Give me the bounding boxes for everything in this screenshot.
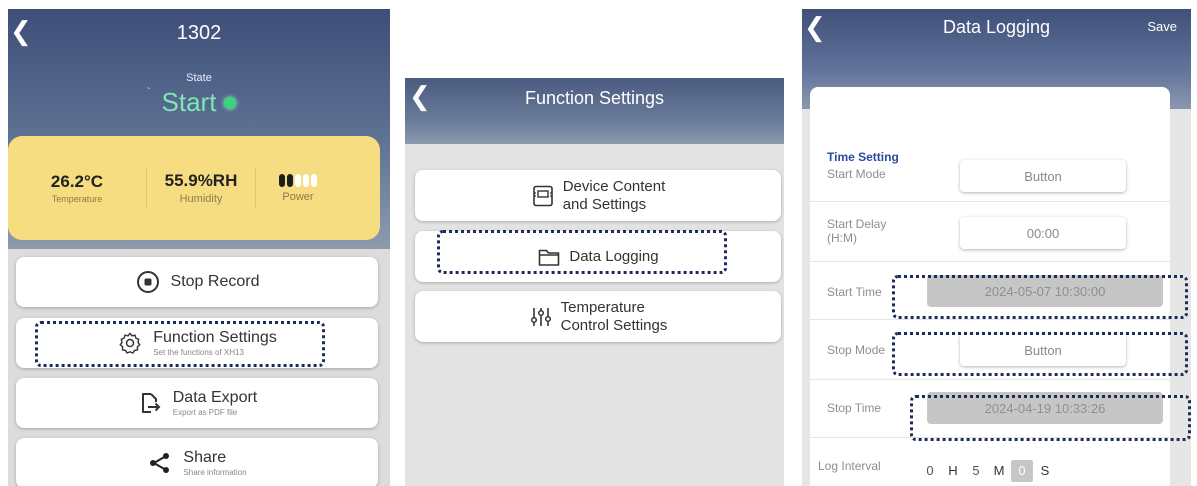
highlight-outline	[892, 332, 1188, 376]
page-title: 1302	[176, 22, 222, 44]
item-label-line1: Device Content	[562, 178, 666, 196]
temperature-label: Temperature	[51, 194, 103, 204]
log-interval-picker: 0 H 5 M 0 S	[919, 460, 1057, 482]
function-settings-screen: ❮ Function Settings Device Content and S…	[405, 78, 784, 486]
interval-hours[interactable]: 0	[919, 460, 941, 482]
state-value: Start	[161, 87, 217, 117]
humidity-reading: 55.9%RH Humidity	[147, 171, 255, 205]
temperature-value: 26.2°C	[50, 172, 104, 191]
start-mode-select[interactable]: Button	[960, 160, 1126, 192]
highlight-outline	[910, 395, 1191, 441]
interval-minutes[interactable]: 5	[965, 460, 987, 482]
state-label: State	[186, 72, 212, 84]
hours-unit: H	[948, 463, 958, 478]
share-button[interactable]: Share Share information	[16, 438, 378, 486]
temperature-reading: 26.2°C Temperature	[8, 172, 146, 204]
share-icon	[147, 450, 173, 476]
page-title: Data Logging	[942, 17, 1051, 37]
stop-mode-label: Stop Mode	[827, 343, 886, 357]
highlight-outline	[892, 275, 1188, 319]
button-label: Share	[183, 449, 227, 466]
item-label-line2: Control Settings	[560, 316, 668, 334]
button-sublabel: Export as PDF file	[172, 408, 238, 417]
readings-card: 26.2°C Temperature 55.9%RH Humidity Powe…	[8, 136, 380, 240]
start-delay-row: Start Delay (H:M) 00:00	[810, 202, 1170, 262]
temperature-control-settings-button[interactable]: Temperature Control Settings	[415, 291, 781, 342]
status-dot-icon	[224, 96, 237, 109]
start-delay-label: Start Delay (H:M)	[827, 217, 886, 246]
humidity-value: 55.9%RH	[164, 171, 238, 190]
export-icon	[137, 390, 163, 416]
device-content-settings-button[interactable]: Device Content and Settings	[415, 170, 781, 221]
item-label-line2: and Settings	[562, 195, 647, 213]
start-mode-row: Start Mode Button	[810, 150, 1170, 202]
data-export-button[interactable]: Data Export Export as PDF file	[16, 378, 378, 428]
page-title: Function Settings	[524, 88, 665, 108]
item-label-line1: Temperature	[560, 299, 645, 317]
humidity-label: Humidity	[179, 193, 223, 205]
start-delay-label-line1: Start Delay	[827, 217, 887, 231]
start-time-label: Start Time	[827, 285, 882, 299]
highlight-outline	[437, 230, 727, 274]
power-label: Power	[282, 190, 314, 203]
button-label: Data Export	[172, 389, 258, 406]
log-interval-label: Log Interval	[818, 459, 881, 473]
start-delay-label-line2: (H:M)	[827, 231, 857, 246]
stop-record-button[interactable]: Stop Record	[16, 257, 378, 307]
state-indicator: Start	[8, 87, 390, 118]
device-icon	[531, 184, 555, 208]
seconds-unit: S	[1040, 463, 1050, 478]
start-delay-input[interactable]: 00:00	[960, 217, 1126, 249]
stop-time-label: Stop Time	[827, 401, 882, 415]
start-mode-label: Start Mode	[827, 167, 886, 181]
button-sublabel: Share information	[183, 468, 247, 477]
stop-icon	[135, 269, 161, 295]
power-reading: Power	[256, 173, 340, 203]
button-label: Stop Record	[170, 273, 260, 290]
battery-icon	[256, 173, 340, 187]
save-button[interactable]: Save	[1147, 19, 1177, 34]
minutes-unit: M	[993, 463, 1005, 478]
interval-seconds[interactable]: 0	[1011, 460, 1033, 482]
sliders-icon	[529, 305, 553, 329]
device-screen: ❮ 1302 State ` Start 26.2°C Temperature …	[8, 9, 390, 486]
highlight-outline	[35, 321, 325, 367]
data-logging-screen: ❮ Data Logging Save Time Setting Start M…	[802, 9, 1191, 486]
